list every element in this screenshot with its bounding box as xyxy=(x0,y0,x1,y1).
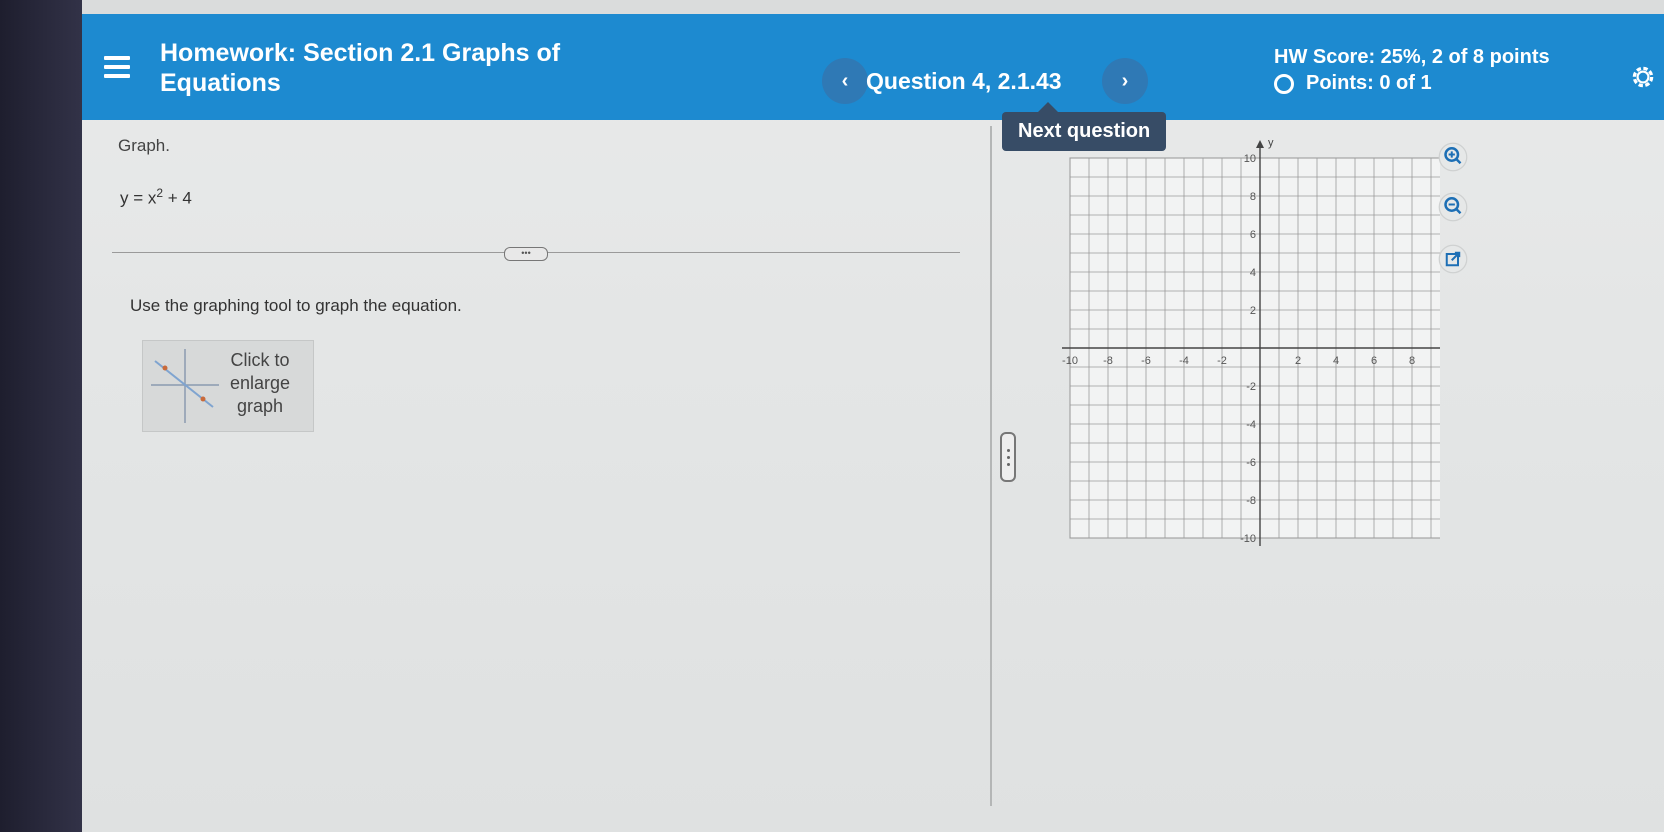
y-tick-label: 6 xyxy=(1250,229,1256,241)
settings-gear-icon[interactable] xyxy=(1630,64,1656,90)
homework-title: Homework: Section 2.1 Graphs of Equation… xyxy=(160,39,561,97)
equation: y = x2 + 4 xyxy=(120,186,192,209)
thumbnail-text: Click to enlarge graph xyxy=(229,350,291,416)
thumbnail-graph-icon xyxy=(151,349,219,423)
hw-score: HW Score: 25%, 2 of 8 points xyxy=(1274,46,1550,68)
next-question-button[interactable]: › xyxy=(1102,58,1148,104)
zoom-in-icon[interactable] xyxy=(1438,142,1468,172)
x-tick-label: -8 xyxy=(1103,355,1113,367)
enlarge-graph-thumbnail[interactable]: Click to enlarge graph xyxy=(142,340,314,432)
top-strip xyxy=(82,0,1664,14)
graphing-area[interactable]: xy-10-8-6-4-2246810108642-2-4-6-8-10 xyxy=(1040,138,1440,598)
y-tick-label: -8 xyxy=(1246,495,1256,507)
previous-question-button[interactable]: ‹ xyxy=(822,58,868,104)
points-status-icon xyxy=(1274,73,1294,94)
instruction-word: Graph. xyxy=(118,136,170,155)
zoom-out-icon[interactable] xyxy=(1438,192,1468,222)
menu-icon[interactable] xyxy=(104,56,130,78)
y-tick-label: -6 xyxy=(1246,457,1256,469)
x-tick-label: -10 xyxy=(1062,355,1078,367)
y-tick-label: 8 xyxy=(1250,191,1256,203)
y-axis-label: y xyxy=(1268,138,1274,149)
y-tick-label: 10 xyxy=(1244,153,1256,165)
question-pane: Graph. y = x2 + 4 ••• Use the graphing t… xyxy=(82,120,962,832)
divider-handle[interactable]: ••• xyxy=(504,247,548,261)
tool-instructions: Use the graphing tool to graph the equat… xyxy=(130,296,462,315)
y-tick-label: -4 xyxy=(1246,419,1256,431)
external-link-icon[interactable] xyxy=(1438,244,1468,274)
x-tick-label: 8 xyxy=(1409,355,1415,367)
splitter-handle[interactable] xyxy=(1000,432,1016,482)
x-tick-label: 2 xyxy=(1295,355,1301,367)
x-tick-label: -4 xyxy=(1179,355,1189,367)
x-tick-label: -2 xyxy=(1217,355,1227,367)
y-axis-arrow xyxy=(1256,140,1264,148)
y-tick-label: -10 xyxy=(1240,533,1256,545)
points-text: Points: 0 of 1 xyxy=(1306,72,1432,94)
equation-base: y = x xyxy=(120,188,157,208)
y-tick-label: -2 xyxy=(1246,381,1256,393)
y-tick-label: 4 xyxy=(1250,267,1256,279)
chevron-left-icon: ‹ xyxy=(841,69,849,92)
equation-tail: + 4 xyxy=(163,188,192,208)
chevron-right-icon: › xyxy=(1121,69,1129,92)
x-tick-label: 4 xyxy=(1333,355,1339,367)
question-label: Question 4, 2.1.43 xyxy=(866,68,1062,94)
x-tick-label: -6 xyxy=(1141,355,1151,367)
y-tick-label: 2 xyxy=(1250,305,1256,317)
assignment-header: Homework: Section 2.1 Graphs of Equation… xyxy=(82,14,1664,120)
pane-splitter xyxy=(990,126,992,806)
x-tick-label: 6 xyxy=(1371,355,1377,367)
question-points: Points: 0 of 1 xyxy=(1274,72,1432,95)
